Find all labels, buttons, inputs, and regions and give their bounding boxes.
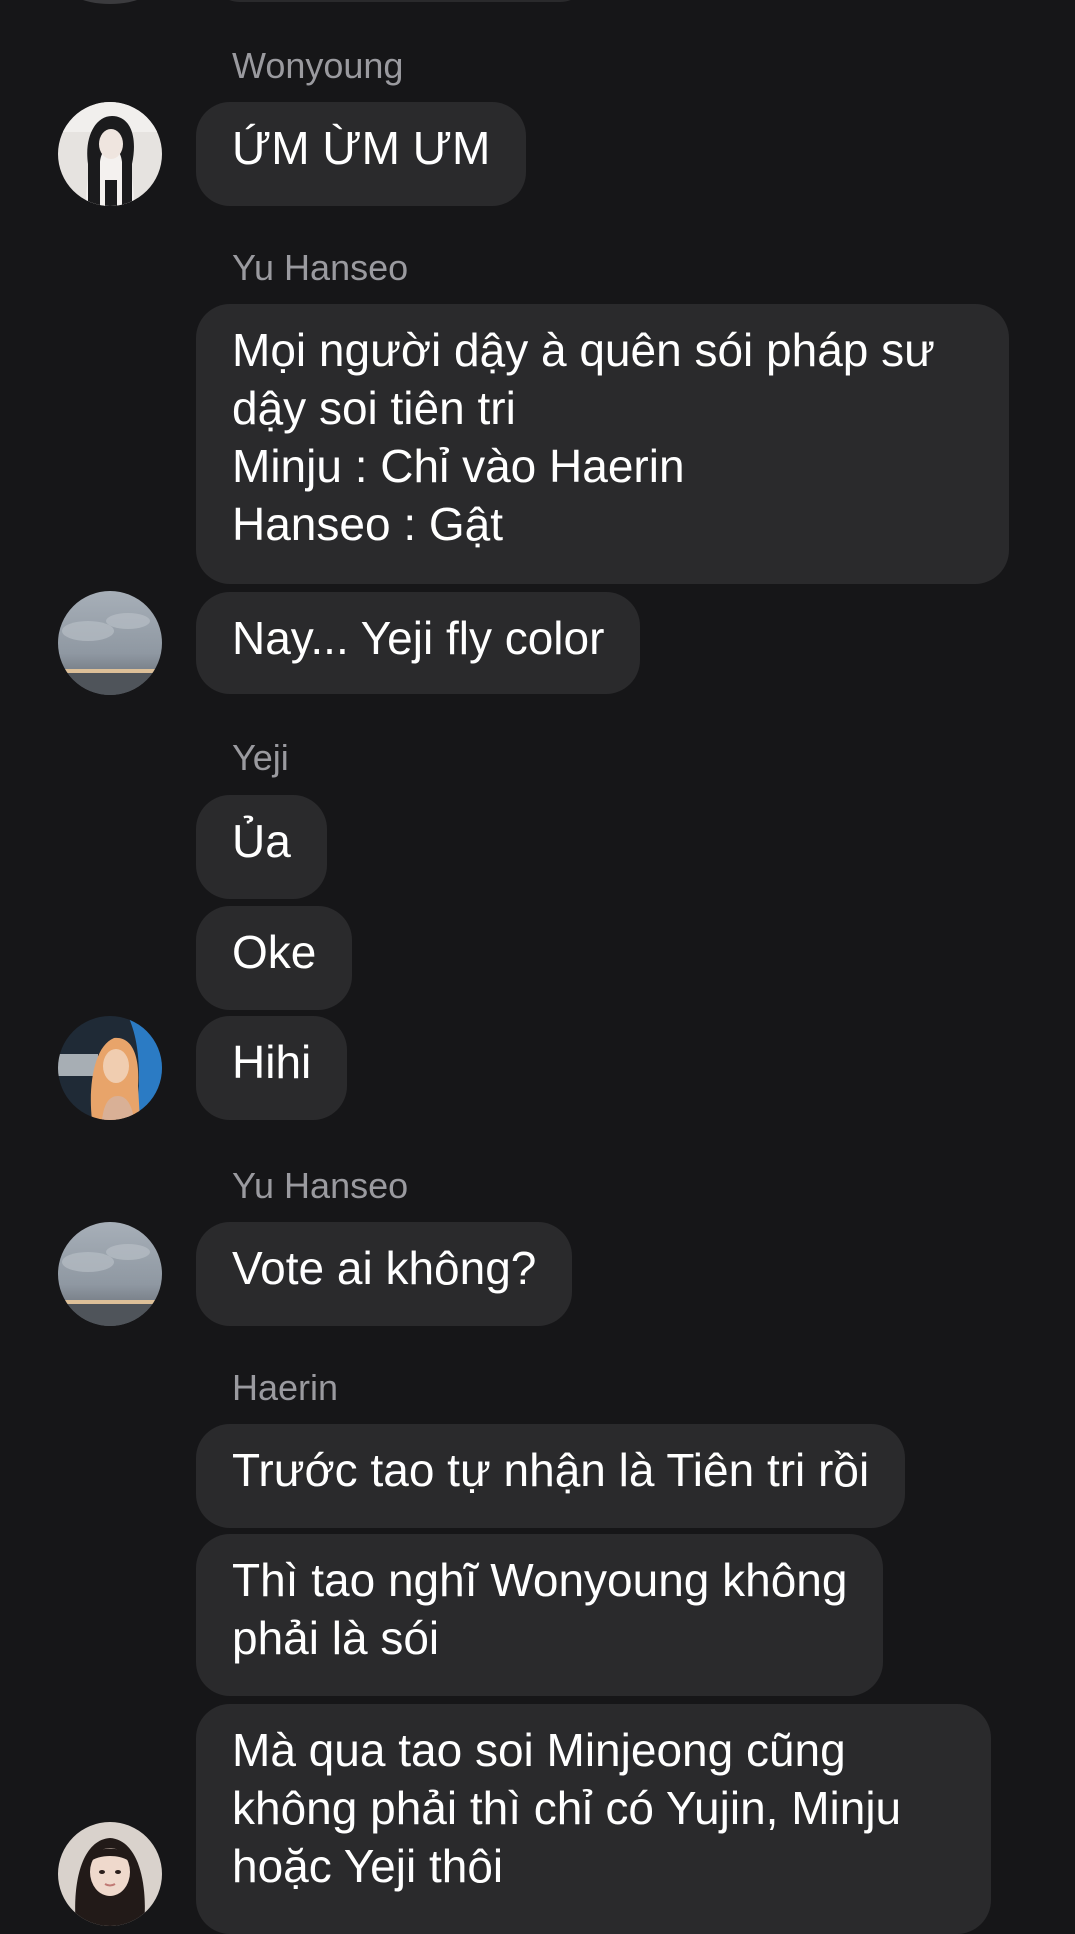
- yu-hanseo-avatar-icon: [58, 1222, 162, 1326]
- wonyoung-avatar[interactable]: [58, 102, 162, 206]
- message-bubble[interactable]: Mà qua tao soi Minjeong cũng không phải …: [196, 1704, 991, 1934]
- previous-message-bubble-edge[interactable]: [210, 0, 590, 2]
- chat-thread: Wonyoung ỨM ỪM ƯM Yu Hanseo Mọi người dậ…: [0, 0, 1075, 1934]
- message-bubble[interactable]: ỨM ỪM ƯM: [196, 102, 527, 206]
- message-bubble[interactable]: Oke: [196, 906, 353, 1010]
- sender-name-yu-hanseo: Yu Hanseo: [232, 247, 409, 288]
- sender-name-yeji: Yeji: [232, 737, 289, 778]
- yu-hanseo-avatar[interactable]: [58, 1222, 162, 1326]
- message-bubble[interactable]: Thì tao nghĩ Wonyoung không phải là sói: [196, 1534, 884, 1696]
- message-bubble[interactable]: Ủa: [196, 795, 327, 899]
- sender-name-wonyoung: Wonyoung: [232, 45, 404, 86]
- previous-avatar-edge: [60, 0, 160, 4]
- message-bubble[interactable]: Vote ai không?: [196, 1222, 573, 1326]
- sender-name-haerin: Haerin: [232, 1367, 339, 1408]
- sender-name-yu-hanseo: Yu Hanseo: [232, 1165, 409, 1206]
- message-bubble[interactable]: Hihi: [196, 1016, 348, 1120]
- wonyoung-avatar-icon: [58, 102, 162, 206]
- message-bubble[interactable]: Nay... Yeji fly color: [196, 592, 641, 694]
- yeji-avatar-icon: [58, 1016, 162, 1120]
- yu-hanseo-avatar[interactable]: [58, 591, 162, 695]
- yeji-avatar[interactable]: [58, 1016, 162, 1120]
- yu-hanseo-avatar-icon: [58, 591, 162, 695]
- haerin-avatar[interactable]: [58, 1822, 162, 1926]
- message-bubble[interactable]: Trước tao tự nhận là Tiên tri rồi: [196, 1424, 906, 1528]
- haerin-avatar-icon: [58, 1822, 162, 1926]
- message-bubble[interactable]: Mọi người dậy à quên sói pháp sư dậy soi…: [196, 304, 1009, 584]
